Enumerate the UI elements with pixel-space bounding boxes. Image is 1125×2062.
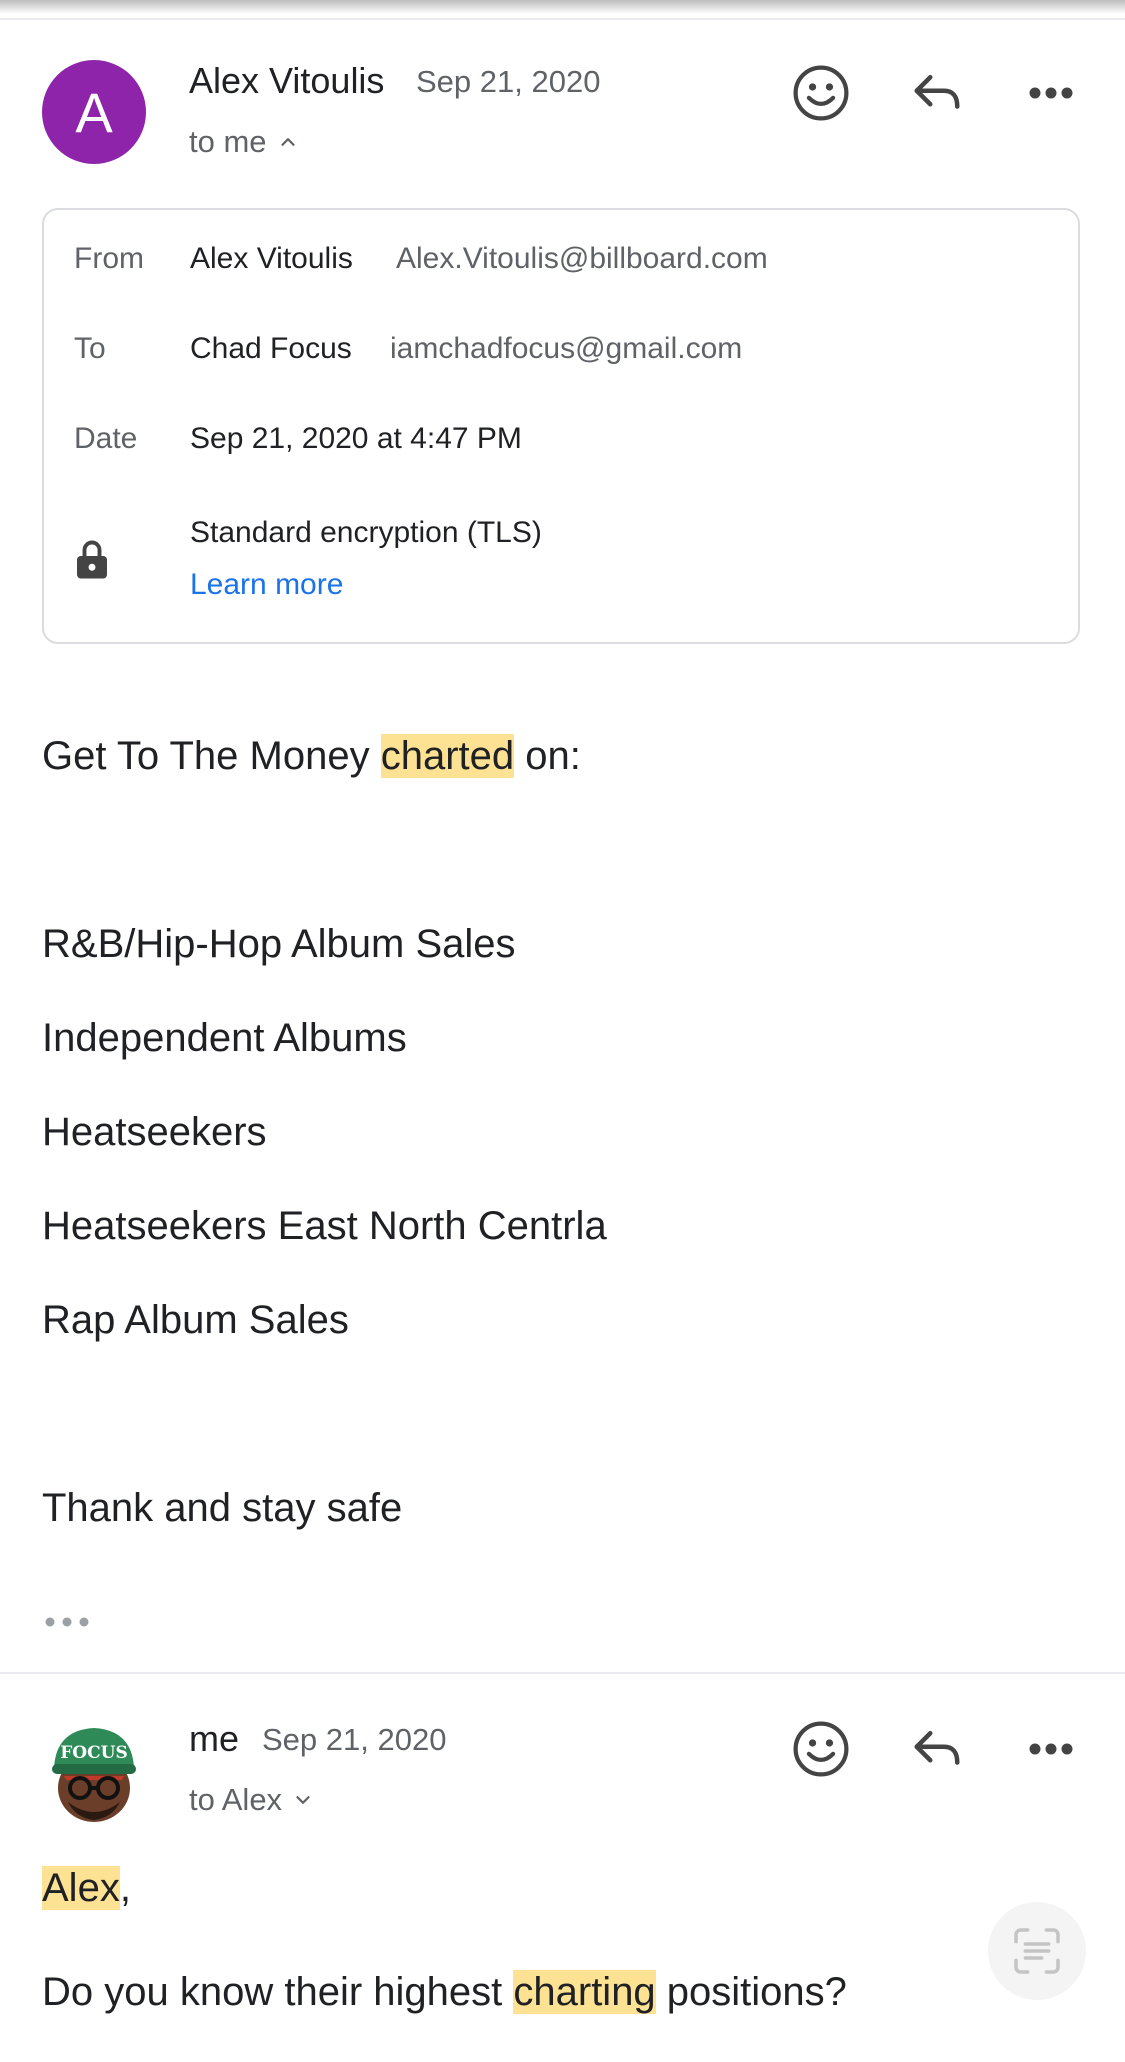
top-divider <box>0 18 1125 20</box>
reply-question: Do you know their highest charting posit… <box>42 1970 847 2015</box>
reply-icon <box>914 1731 960 1765</box>
date-label: Date <box>74 422 138 455</box>
chart-list-item: Independent Albums <box>42 1016 407 1060</box>
search-highlight: charted <box>380 734 515 778</box>
question-text: Do you know their highest <box>42 1970 514 2014</box>
show-trimmed-content-icon[interactable] <box>42 1612 92 1632</box>
smiley-icon <box>793 65 849 121</box>
learn-more-link[interactable]: Learn more <box>190 568 343 602</box>
intro-text: Get To The Money <box>42 734 381 778</box>
more-icon <box>1029 87 1073 99</box>
reply-icon <box>914 75 960 109</box>
more-options-button[interactable] <box>1016 58 1086 128</box>
date-value: Sep 21, 2020 at 4:47 PM <box>190 422 522 455</box>
to-label: To <box>74 332 106 365</box>
recipients-toggle[interactable]: to Alex <box>189 1782 314 1818</box>
message-divider <box>0 1672 1125 1674</box>
recipients-label: to me <box>189 124 267 159</box>
reply-greeting: Alex, <box>42 1866 131 1911</box>
focus-cap-avatar-icon: FOCUS <box>42 1718 146 1822</box>
recipients-label: to Alex <box>189 1782 283 1817</box>
body-intro: Get To The Money charted on: <box>42 734 581 779</box>
emoji-reaction-button[interactable] <box>786 58 856 128</box>
scan-text-icon <box>1014 1928 1060 1974</box>
chevron-down-icon <box>296 1796 310 1804</box>
emoji-reaction-button[interactable] <box>786 1714 856 1784</box>
chart-list-item: Rap Album Sales <box>42 1298 349 1342</box>
question-text-end: positions? <box>655 1970 847 2014</box>
body-closing: Thank and stay safe <box>42 1486 403 1530</box>
sender-name: me <box>189 1718 240 1759</box>
recipients-toggle[interactable]: to me <box>189 124 299 160</box>
intro-text-end: on: <box>514 734 581 778</box>
chart-list-item: R&B/Hip-Hop Album Sales <box>42 922 516 966</box>
from-label: From <box>74 242 144 275</box>
greeting-punctuation: , <box>119 1866 131 1910</box>
encryption-label: Standard encryption (TLS) <box>190 516 542 549</box>
more-icon <box>1029 1743 1073 1755</box>
sender-avatar[interactable]: A <box>42 60 146 164</box>
my-avatar[interactable]: FOCUS <box>42 1718 146 1822</box>
to-name: Chad Focus <box>190 332 352 365</box>
reply-button[interactable] <box>902 58 972 128</box>
from-email[interactable]: Alex.Vitoulis@billboard.com <box>396 242 768 276</box>
more-options-button[interactable] <box>1016 1714 1086 1784</box>
search-highlight: Alex <box>42 1866 120 1910</box>
chevron-up-icon <box>280 138 295 146</box>
smiley-icon <box>793 1721 849 1777</box>
chart-list-item: Heatseekers East North Centrla <box>42 1204 607 1248</box>
message-details-card: From Alex Vitoulis Alex.Vitoulis@billboa… <box>42 208 1080 644</box>
from-name: Alex Vitoulis <box>190 242 353 275</box>
scan-text-button[interactable] <box>988 1902 1086 2000</box>
message-date: Sep 21, 2020 <box>262 1722 447 1757</box>
sender-name: Alex Vitoulis <box>189 60 385 101</box>
avatar-cap-text: FOCUS <box>60 1743 128 1763</box>
top-shadow <box>0 0 1125 14</box>
avatar-letter: A <box>75 80 113 144</box>
chart-list-item: Heatseekers <box>42 1110 267 1154</box>
message-date: Sep 21, 2020 <box>416 64 601 99</box>
search-highlight: charting <box>513 1970 656 2014</box>
lock-icon <box>77 540 107 579</box>
reply-button[interactable] <box>902 1714 972 1784</box>
to-email[interactable]: iamchadfocus@gmail.com <box>390 332 742 366</box>
